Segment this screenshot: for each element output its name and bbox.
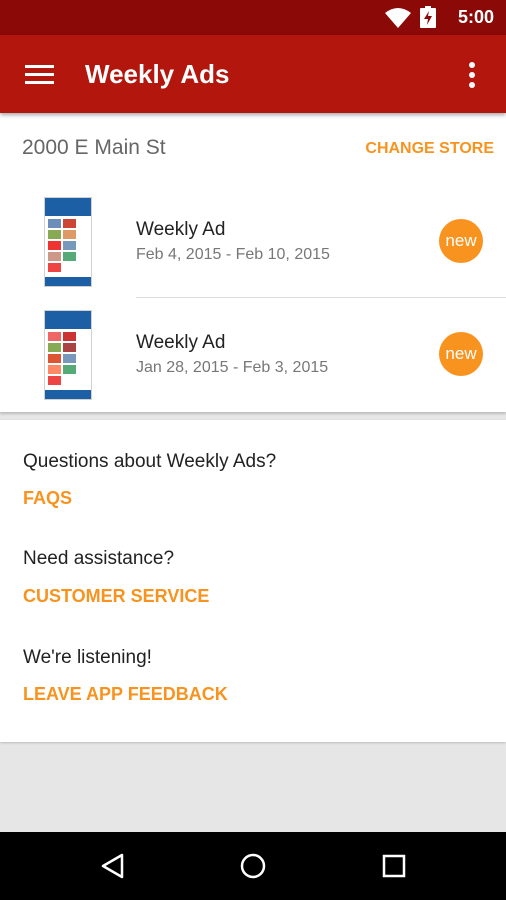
home-icon[interactable] — [240, 853, 266, 879]
weekly-ads-card: 2000 E Main St CHANGE STORE Weekly Ad Fe… — [0, 113, 506, 412]
leave-app-feedback-link[interactable]: LEAVE APP FEEDBACK — [23, 684, 228, 705]
ad-title: Weekly Ad — [136, 219, 226, 240]
wifi-icon — [385, 8, 411, 28]
battery-charging-icon — [420, 6, 436, 28]
status-bar: 5:00 — [0, 0, 506, 35]
feedback-question: We're listening! — [23, 647, 152, 668]
new-badge: new — [439, 332, 483, 376]
app-bar: Weekly Ads — [0, 35, 506, 113]
back-icon[interactable] — [100, 853, 126, 879]
ad-list-item[interactable]: Weekly Ad Jan 28, 2015 - Feb 3, 2015 new — [0, 310, 506, 424]
overflow-menu-icon[interactable] — [467, 62, 477, 88]
recent-apps-icon[interactable] — [381, 853, 407, 879]
ad-date-range: Feb 4, 2015 - Feb 10, 2015 — [136, 246, 330, 263]
new-badge: new — [439, 219, 483, 263]
ad-thumbnail — [44, 310, 92, 400]
store-address: 2000 E Main St — [22, 136, 166, 159]
menu-icon[interactable] — [25, 65, 54, 85]
navigation-bar — [0, 832, 506, 900]
ad-thumbnail — [44, 197, 92, 287]
divider — [136, 297, 506, 298]
page-title: Weekly Ads — [85, 59, 230, 89]
status-time: 5:00 — [457, 7, 494, 27]
faq-question: Questions about Weekly Ads? — [23, 451, 277, 472]
assistance-question: Need assistance? — [23, 548, 175, 569]
faqs-link[interactable]: FAQS — [23, 488, 72, 509]
ad-title: Weekly Ad — [136, 332, 226, 353]
ad-date-range: Jan 28, 2015 - Feb 3, 2015 — [136, 359, 329, 376]
customer-service-link[interactable]: CUSTOMER SERVICE — [23, 586, 209, 607]
ad-list-item[interactable]: Weekly Ad Feb 4, 2015 - Feb 10, 2015 new — [0, 197, 506, 311]
help-card: Questions about Weekly Ads? FAQS Need as… — [0, 420, 506, 742]
change-store-button[interactable]: CHANGE STORE — [365, 140, 494, 158]
